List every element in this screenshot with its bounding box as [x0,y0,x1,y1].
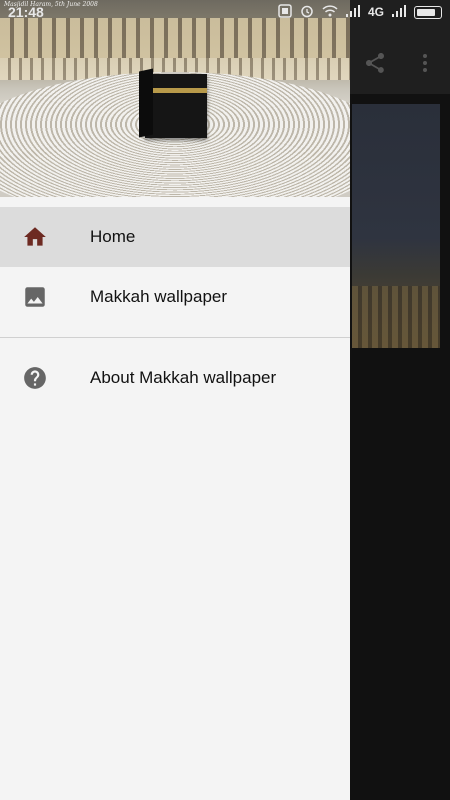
wifi-icon [322,4,338,21]
drawer-item-about[interactable]: About Makkah wallpaper [0,348,350,408]
drawer-item-home[interactable]: Home [0,207,350,267]
notification-icon [278,3,292,21]
alarm-icon [300,4,314,21]
drawer-item-label: Makkah wallpaper [90,287,228,306]
status-bar: 21:48 4G [0,0,450,24]
drawer-divider [0,337,350,338]
drawer-item-makkah-wallpaper[interactable]: Makkah wallpaper [0,267,350,327]
signal-icon [345,4,360,20]
wallpaper-thumbnail[interactable] [352,104,440,348]
signal-icon [392,4,406,20]
navigation-drawer: Masjidil Haram, 5th June 2008 Home Makka… [0,0,350,800]
home-icon [0,224,90,250]
drawer-item-label: About Makkah wallpaper [90,368,277,387]
header-arches [0,18,350,58]
network-type: 4G [367,5,384,19]
image-icon [0,284,90,310]
drawer-menu: Home Makkah wallpaper About Makkah wallp… [0,197,350,408]
status-icons: 4G [278,3,442,21]
share-icon[interactable] [350,38,400,88]
help-icon [0,365,90,391]
more-vert-icon[interactable] [400,38,450,88]
kaaba [145,74,207,138]
status-time: 21:48 [8,4,44,20]
toolbar-actions [350,38,450,88]
drawer-item-label: Home [90,227,136,246]
drawer-header-image: Masjidil Haram, 5th June 2008 [0,0,350,197]
battery-icon [414,5,442,19]
